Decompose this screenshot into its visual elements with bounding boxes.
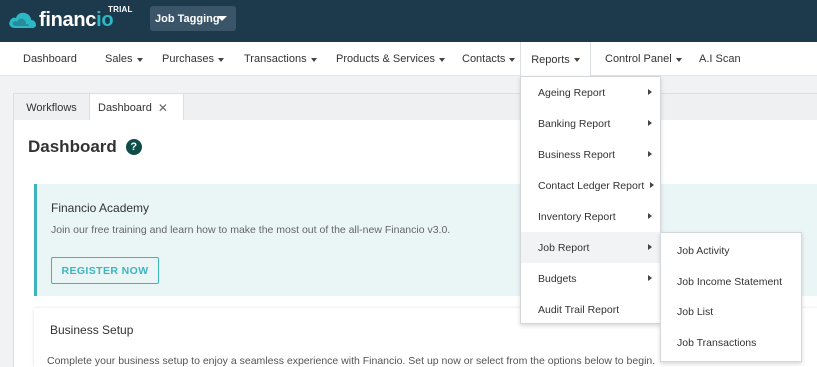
help-icon[interactable]: ?	[125, 139, 142, 155]
nav-label: Reports	[531, 53, 570, 66]
nav-transactions[interactable]: Transactions	[244, 42, 317, 76]
submenu-item-job-income-statement[interactable]: Job Income Statement	[661, 266, 801, 297]
nav-products-services[interactable]: Products & Services	[336, 42, 446, 76]
chevron-right-icon	[648, 89, 652, 95]
reports-dropdown-menu: Ageing Report Banking Report Business Re…	[520, 76, 661, 324]
nav-label: Control Panel	[605, 53, 672, 65]
business-setup-text: Complete your business setup to enjoy a …	[47, 355, 656, 367]
caret-down-icon	[310, 57, 317, 62]
menu-item-label: Business Report	[538, 148, 616, 161]
nav-contacts[interactable]: Contacts	[462, 42, 516, 76]
submenu-item-label: Job List	[677, 305, 714, 318]
menu-item-label: Budgets	[538, 272, 577, 285]
menu-item-business-report[interactable]: Business Report	[521, 139, 660, 170]
menu-item-label: Inventory Report	[538, 210, 616, 223]
chevron-right-icon	[648, 244, 652, 250]
tab-label: Workflows	[26, 101, 77, 114]
page-title: Dashboard ?	[28, 137, 142, 157]
nav-label: Products & Services	[336, 53, 436, 65]
nav-sales[interactable]: Sales	[105, 42, 143, 76]
submenu-item-job-list[interactable]: Job List	[661, 296, 801, 327]
menu-item-label: Banking Report	[538, 117, 611, 130]
academy-title: Financio Academy	[51, 201, 150, 215]
register-now-button[interactable]: REGISTER NOW	[51, 257, 159, 284]
menu-item-label: Audit Trail Report	[538, 303, 620, 316]
nav-dashboard[interactable]: Dashboard	[23, 42, 77, 76]
menu-item-job-report[interactable]: Job Report	[521, 232, 660, 263]
chevron-right-icon	[648, 151, 652, 157]
nav-label: Dashboard	[23, 53, 77, 65]
page-tabs: Workflows Dashboard ✕	[13, 93, 817, 121]
nav-control-panel[interactable]: Control Panel	[605, 42, 682, 76]
menu-item-ageing-report[interactable]: Ageing Report	[521, 77, 660, 108]
nav-label: Transactions	[244, 53, 307, 65]
nav-ai-scan[interactable]: A.I Scan	[699, 42, 741, 76]
job-report-submenu: Job Activity Job Income Statement Job Li…	[660, 232, 802, 362]
caret-down-icon	[217, 16, 227, 21]
chevron-right-icon	[648, 213, 652, 219]
menu-item-contact-ledger-report[interactable]: Contact Ledger Report	[521, 170, 660, 201]
caret-down-icon	[136, 57, 143, 62]
submenu-item-label: Job Activity	[677, 244, 730, 257]
academy-text: Join our free training and learn how to …	[51, 224, 451, 236]
trial-badge: TRIAL	[108, 5, 133, 14]
org-selector-button[interactable]: Job Tagging	[150, 6, 236, 31]
chevron-right-icon	[648, 275, 652, 281]
nav-reports[interactable]: Reports	[520, 42, 591, 77]
submenu-item-label: Job Transactions	[677, 336, 757, 349]
tab-workflows[interactable]: Workflows	[14, 94, 90, 121]
caret-down-icon	[217, 57, 224, 62]
tab-dashboard[interactable]: Dashboard ✕	[90, 94, 184, 121]
menu-item-inventory-report[interactable]: Inventory Report	[521, 201, 660, 232]
financio-logo[interactable]: financio	[7, 7, 114, 33]
nav-label: Sales	[105, 53, 133, 65]
submenu-item-job-activity[interactable]: Job Activity	[661, 235, 801, 266]
menu-item-audit-trail-report[interactable]: Audit Trail Report	[521, 294, 660, 325]
caret-down-icon	[675, 57, 682, 62]
menu-item-label: Ageing Report	[538, 86, 606, 99]
menu-item-label: Contact Ledger Report	[538, 179, 645, 192]
caret-down-icon	[439, 57, 446, 62]
submenu-item-job-transactions[interactable]: Job Transactions	[661, 327, 801, 358]
business-setup-title: Business Setup	[50, 323, 134, 337]
logo-wordmark: financio	[39, 8, 114, 32]
nav-label: Purchases	[162, 53, 214, 65]
org-selector-label: Job Tagging	[155, 12, 220, 25]
menu-item-label: Job Report	[538, 241, 590, 254]
menu-item-budgets[interactable]: Budgets	[521, 263, 660, 294]
close-icon[interactable]: ✕	[158, 101, 168, 115]
nav-label: A.I Scan	[699, 53, 741, 65]
page-title-text: Dashboard	[28, 137, 117, 156]
chevron-right-icon	[648, 120, 652, 126]
main-nav: Dashboard Sales Purchases Transactions P…	[0, 42, 817, 77]
caret-down-icon	[573, 58, 580, 62]
nav-label: Contacts	[462, 53, 506, 65]
menu-item-banking-report[interactable]: Banking Report	[521, 108, 660, 139]
chevron-right-icon	[650, 182, 654, 188]
cloud-logo-icon	[9, 12, 36, 28]
logo-text-main: financ	[39, 8, 97, 31]
submenu-item-label: Job Income Statement	[677, 275, 783, 288]
nav-purchases[interactable]: Purchases	[162, 42, 224, 76]
top-bar: financio TRIAL Job Tagging	[0, 0, 817, 42]
tab-label: Dashboard	[98, 101, 152, 114]
caret-down-icon	[509, 57, 516, 62]
